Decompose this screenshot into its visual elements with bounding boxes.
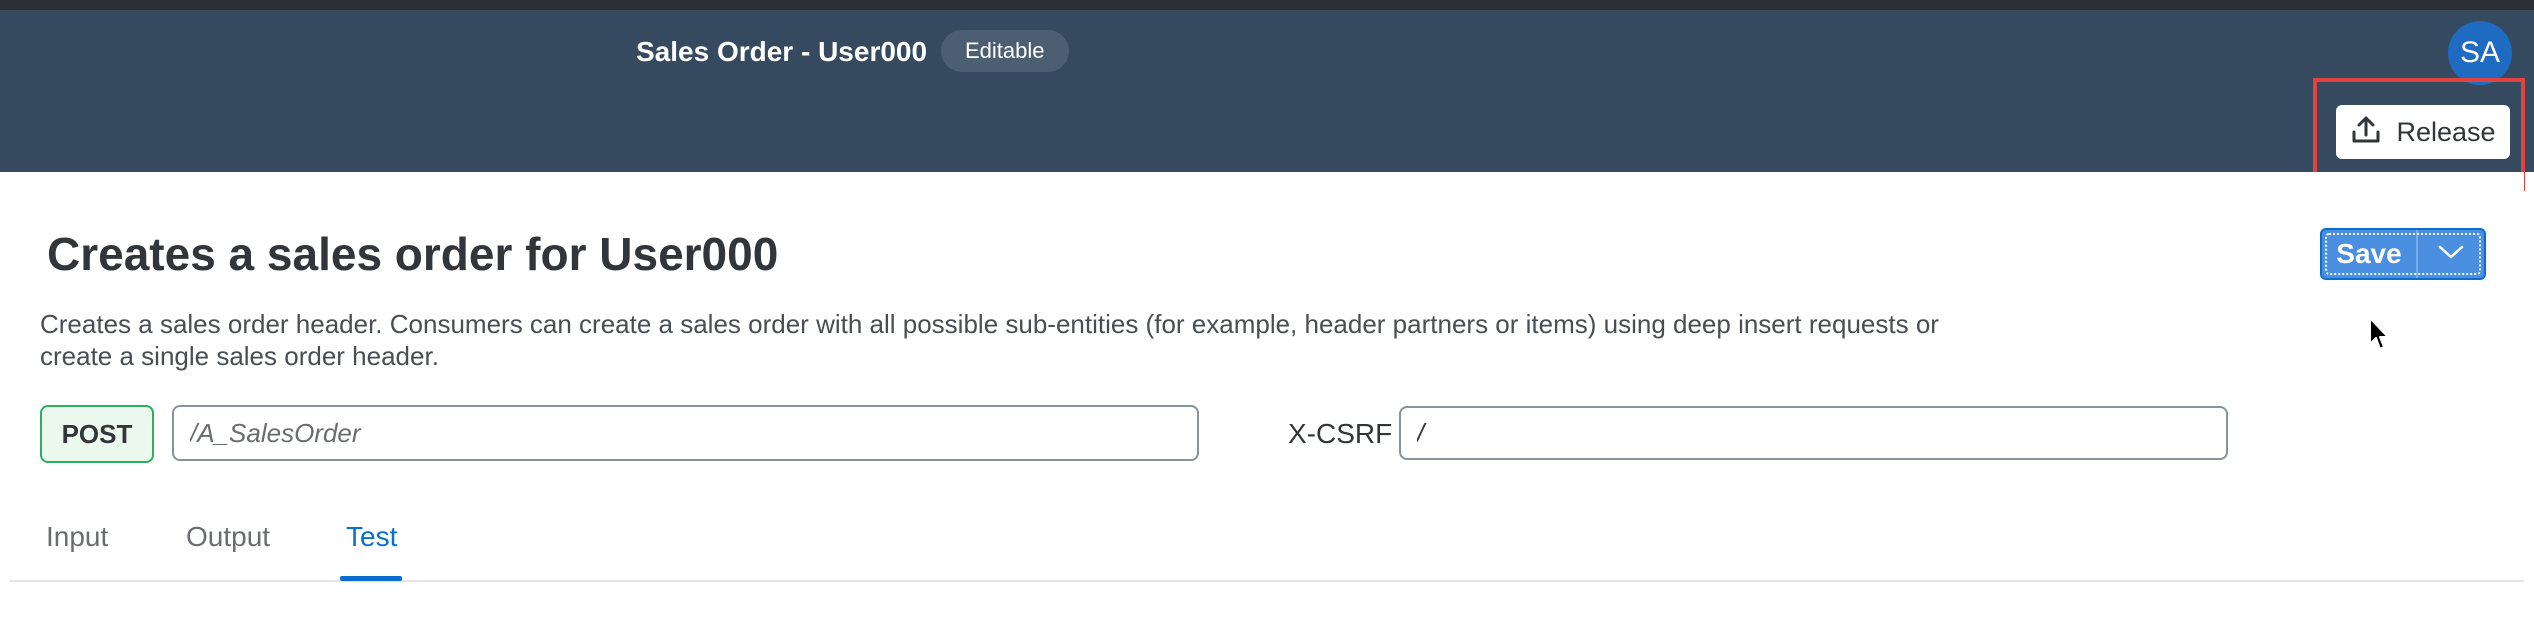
release-button[interactable]: Release xyxy=(2336,105,2510,159)
save-button[interactable]: Save xyxy=(2322,230,2418,278)
app-title: Sales Order - User000 xyxy=(636,36,928,67)
save-options-button[interactable] xyxy=(2418,230,2484,278)
tab-test[interactable]: Test xyxy=(346,520,397,554)
release-label: Release xyxy=(2396,116,2496,147)
shell-bar xyxy=(0,10,2534,172)
status-badge: Editable xyxy=(941,30,1069,72)
active-tab-indicator xyxy=(340,576,402,581)
save-split-button: Save xyxy=(2320,228,2486,280)
csrf-label: X-CSRF xyxy=(1288,418,1393,449)
tab-input[interactable]: Input xyxy=(46,520,108,554)
window-top-strip xyxy=(0,0,2534,10)
page-title: Creates a sales order for User000 xyxy=(47,228,779,280)
tab-output[interactable]: Output xyxy=(186,520,270,554)
http-method-badge: POST xyxy=(40,405,154,463)
avatar[interactable]: SA xyxy=(2448,21,2512,85)
path-input[interactable] xyxy=(172,405,1199,461)
page-description: Creates a sales order header. Consumers … xyxy=(40,309,1939,371)
csrf-input[interactable] xyxy=(1399,406,2228,460)
chevron-down-icon xyxy=(2437,243,2465,266)
upload-icon xyxy=(2350,113,2382,152)
mouse-pointer-icon xyxy=(2368,316,2390,352)
